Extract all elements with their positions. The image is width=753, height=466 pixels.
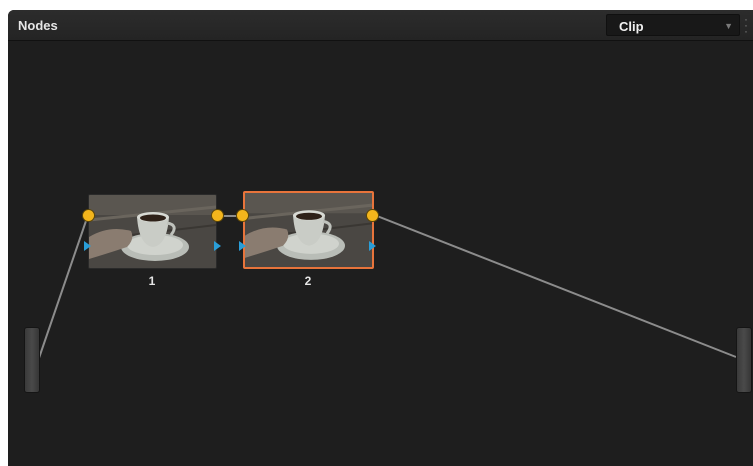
source-input-handle[interactable]: [24, 327, 40, 393]
node-2-key-output-port[interactable]: [369, 241, 376, 251]
node-1-thumbnail[interactable]: [88, 194, 217, 269]
node-2-rgb-output-port[interactable]: [367, 210, 378, 221]
connection-input-to-node-1: [38, 217, 88, 359]
node-1-rgb-input-port[interactable]: [83, 210, 94, 221]
node-1-key-input-port[interactable]: [84, 241, 91, 251]
node-2-key-input-port[interactable]: [239, 241, 246, 251]
node-1-label: 1: [148, 274, 156, 288]
node-graph-canvas[interactable]: 1 2: [8, 10, 753, 466]
node-1-rgb-output-port[interactable]: [212, 210, 223, 221]
connection-node-2-to-output: [376, 215, 737, 358]
node-2-label: 2: [304, 274, 312, 288]
node-2-thumbnail[interactable]: [243, 191, 374, 269]
output-handle[interactable]: [736, 327, 752, 393]
nodes-panel: Nodes Clip ▼ · · · 1 2: [8, 10, 753, 466]
node-2-rgb-input-port[interactable]: [237, 210, 248, 221]
node-1-key-output-port[interactable]: [214, 241, 221, 251]
